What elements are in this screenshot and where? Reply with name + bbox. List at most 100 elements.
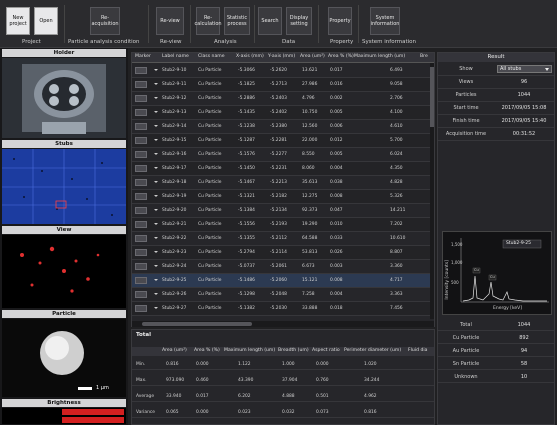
cell-label: Stub2-9-17	[162, 166, 187, 171]
table-row[interactable]: Stub2-9-21 Cu Particle -5.1556 -5.2193 19.29…	[132, 218, 434, 232]
new-project-button[interactable]: New project	[6, 7, 30, 35]
col-area-pct[interactable]: Area % (%)	[328, 54, 354, 59]
result-row: Particles 1044	[438, 89, 554, 102]
totals-cell: 1.000	[282, 362, 295, 367]
table-row[interactable]: Stub2-9-17 Cu Particle -5.1450 -5.2231 8.060…	[132, 162, 434, 176]
marker-dropdown[interactable]	[135, 136, 147, 144]
property-button[interactable]: Property	[328, 7, 352, 35]
marker-dropdown[interactable]	[135, 164, 147, 172]
table-row[interactable]: Stub2-9-25 Cu Particle -5.1486 -5.2060 15.12…	[132, 274, 434, 288]
stubs-title: Stubs	[2, 140, 126, 148]
cell-y: -5.2402	[270, 110, 287, 115]
col-class-name[interactable]: Class name	[198, 54, 225, 59]
marker-dropdown[interactable]	[135, 94, 147, 102]
marker-dropdown[interactable]	[135, 276, 147, 284]
cell-class: Cu Particle	[198, 278, 222, 283]
peak-label-1: Cu	[474, 268, 479, 272]
table-vscroll[interactable]	[430, 63, 434, 319]
chevron-down-icon	[154, 307, 158, 309]
col-label-name[interactable]: Label name	[162, 54, 189, 59]
data-group-label: Data	[282, 39, 296, 45]
cell-x: -5.1486	[238, 278, 255, 283]
holder-title: Holder	[2, 49, 126, 57]
stubs-map[interactable]	[2, 149, 126, 224]
cell-pct: 0.012	[330, 138, 343, 143]
marker-dropdown[interactable]	[135, 66, 147, 74]
re-calculation-button[interactable]: Re-calculation	[194, 7, 222, 35]
marker-dropdown[interactable]	[135, 262, 147, 270]
system-information-button[interactable]: System information	[370, 7, 400, 35]
marker-dropdown[interactable]	[135, 80, 147, 88]
table-row[interactable]: Stub2-9-19 Cu Particle -5.1321 -5.2182 12.27…	[132, 190, 434, 204]
particle-image[interactable]: 1 μm	[2, 319, 126, 397]
totals-cell: 1.122	[238, 362, 251, 367]
table-row[interactable]: Stub2-9-18 Cu Particle -5.1467 -5.2213 35.61…	[132, 176, 434, 190]
open-button[interactable]: Open	[34, 7, 58, 35]
marker-dropdown[interactable]	[135, 178, 147, 186]
cell-area: 33.888	[302, 306, 318, 311]
table-header: Marker Label name Class name X-axis (mm)…	[132, 53, 434, 63]
table-row[interactable]: Stub2-9-13 Cu Particle -5.1435 -5.2402 10.75…	[132, 106, 434, 120]
totals-cell: 973.090	[166, 378, 185, 383]
result-value: 1044	[517, 92, 531, 98]
table-hscroll[interactable]	[132, 321, 434, 327]
hscroll-thumb[interactable]	[142, 322, 252, 326]
totals-cell: 0.073	[316, 410, 329, 415]
table-row[interactable]: Stub2-9-20 Cu Particle -5.1384 -5.2134 92.37…	[132, 204, 434, 218]
brightness-bars[interactable]	[2, 408, 126, 424]
table-row[interactable]: Stub2-9-16 Cu Particle -5.1576 -5.2277 8.550…	[132, 148, 434, 162]
table-row[interactable]: Stub2-9-23 Cu Particle -5.2794 -5.2114 53.81…	[132, 246, 434, 260]
cell-y: -5.2380	[270, 124, 287, 129]
marker-dropdown[interactable]	[135, 150, 147, 158]
marker-dropdown[interactable]	[135, 290, 147, 298]
marker-dropdown[interactable]	[135, 206, 147, 214]
holder-image[interactable]	[2, 58, 126, 138]
table-row[interactable]: Stub2-9-15 Cu Particle -5.1287 -5.2281 22.00…	[132, 134, 434, 148]
cell-y: -5.2134	[270, 208, 287, 213]
totals-panel: Total Area (um²) Area % (%) Maximum leng…	[131, 329, 435, 425]
cell-x: -5.1467	[238, 180, 255, 185]
totals-cell: 1.020	[364, 362, 377, 367]
show-select[interactable]: All stubs	[497, 65, 552, 73]
marker-dropdown[interactable]	[135, 108, 147, 116]
marker-dropdown[interactable]	[135, 234, 147, 242]
vscroll-thumb[interactable]	[430, 67, 434, 127]
col-area[interactable]: Area (um²)	[300, 54, 325, 59]
table-row[interactable]: Stub2-9-10 Cu Particle -5.3066 -5.2620 13.62…	[132, 64, 434, 78]
marker-dropdown[interactable]	[135, 192, 147, 200]
col-marker[interactable]: Marker	[135, 54, 151, 59]
marker-dropdown[interactable]	[135, 220, 147, 228]
marker-dropdown[interactable]	[135, 122, 147, 130]
re-calculation-label: Re-calculation	[194, 15, 222, 27]
scale-bar-label: 1 μm	[96, 385, 109, 391]
chevron-down-icon	[154, 153, 158, 155]
table-row[interactable]: Stub2-9-24 Cu Particle -5.0737 -5.2061 6.673…	[132, 260, 434, 274]
cell-class: Cu Particle	[198, 166, 222, 171]
table-row[interactable]: Stub2-9-14 Cu Particle -5.1238 -5.2380 12.56…	[132, 120, 434, 134]
view-image[interactable]	[2, 235, 126, 308]
marker-dropdown[interactable]	[135, 304, 147, 312]
marker-dropdown[interactable]	[135, 248, 147, 256]
table-row[interactable]: Stub2-9-12 Cu Particle -5.2886 -5.2403 4.796…	[132, 92, 434, 106]
col-x-axis[interactable]: X-axis (mm)	[236, 54, 264, 59]
re-view-button[interactable]: Re-view	[156, 7, 184, 35]
display-setting-button[interactable]: Display setting	[286, 7, 312, 35]
chevron-down-icon	[545, 68, 549, 71]
table-row[interactable]: Stub2-9-27 Cu Particle -5.1382 -5.2030 33.88…	[132, 302, 434, 316]
totals-cell: 34.244	[364, 378, 380, 383]
table-row[interactable]: Stub2-9-22 Cu Particle -5.1355 -5.2112 64.58…	[132, 232, 434, 246]
search-button[interactable]: Search	[258, 7, 282, 35]
col-max-length[interactable]: Maximum length (um)	[354, 54, 405, 59]
cell-class: Cu Particle	[198, 124, 222, 129]
table-row[interactable]: Stub2-9-26 Cu Particle -5.1298 -5.2048 7.258…	[132, 288, 434, 302]
table-row[interactable]: Stub2-9-11 Cu Particle -5.1825 -5.2713 27.98…	[132, 78, 434, 92]
cell-pct: 0.026	[330, 250, 343, 255]
cell-area: 53.813	[302, 250, 318, 255]
spectrum-chart[interactable]: Intensity [counts] 1,500 1,000 500 Stub2…	[442, 231, 552, 315]
re-acquisition-button[interactable]: Re-acquisition	[90, 7, 120, 35]
totals-cell: 0.065	[166, 410, 179, 415]
col-breadth[interactable]: Bre	[420, 54, 428, 59]
col-y-axis[interactable]: Y-axis (mm)	[268, 54, 295, 59]
statistic-process-button[interactable]: Statistic process	[224, 7, 250, 35]
cell-pct: 0.016	[330, 82, 343, 87]
